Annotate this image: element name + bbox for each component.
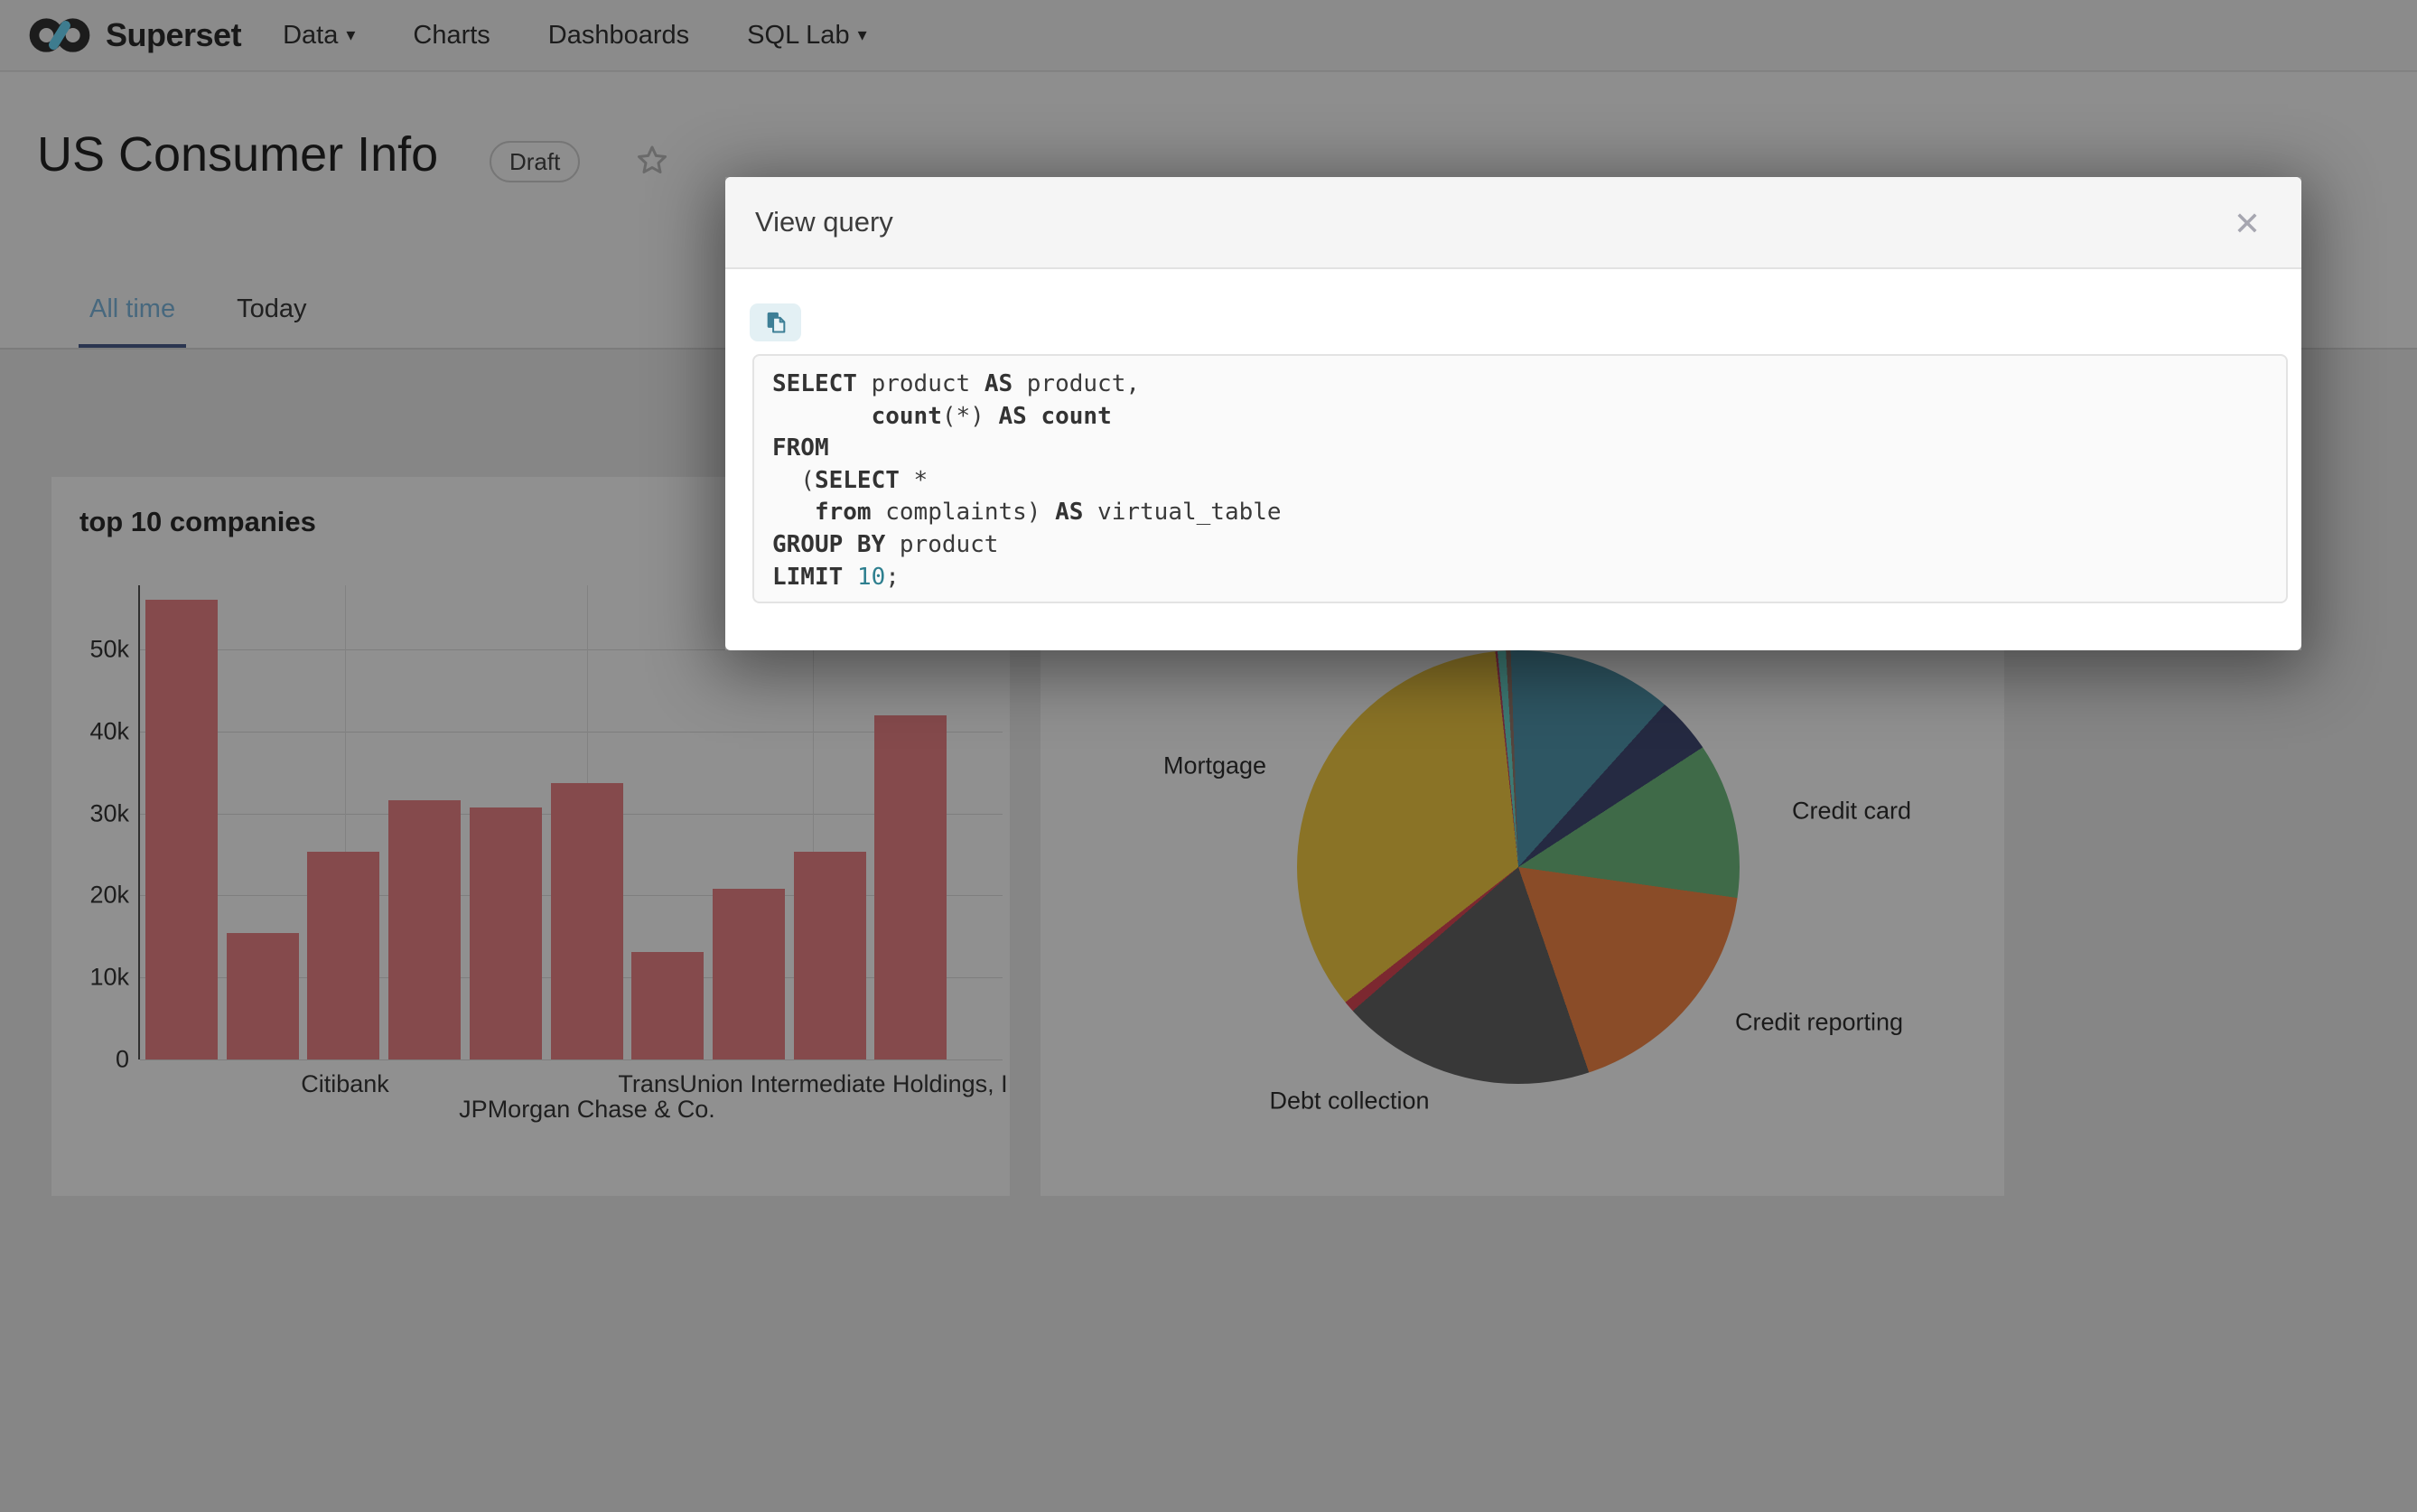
gridline: [140, 1059, 1003, 1060]
bar-1[interactable]: [145, 600, 218, 1059]
x-axis-tick-label: TransUnion Intermediate Holdings, I: [618, 1070, 1007, 1098]
pie-chart[interactable]: [1297, 650, 1740, 1084]
superset-brand[interactable]: Superset: [24, 14, 241, 57]
y-axis-tick-label: 30k: [48, 799, 129, 827]
top-navbar: Superset Data▾ Charts Dashboards SQL Lab▾: [0, 0, 2417, 71]
favorite-star-icon[interactable]: [634, 143, 670, 179]
bar-9[interactable]: [794, 852, 866, 1059]
bar-6[interactable]: [551, 783, 623, 1059]
draft-status-badge: Draft: [490, 141, 580, 182]
chevron-down-icon: ▾: [858, 26, 867, 44]
bar-chart-plot: 010k20k30k40k50kCitibankJPMorgan Chase &…: [138, 585, 1003, 1059]
modal-header: View query ✕: [725, 177, 2301, 269]
bar-3[interactable]: [307, 852, 379, 1059]
nav-menu: Data▾ Charts Dashboards SQL Lab▾: [283, 21, 867, 51]
superset-logo-icon: [24, 14, 95, 57]
x-axis-tick-label: Citibank: [301, 1070, 389, 1098]
modal-title: View query: [755, 206, 893, 238]
superset-dashboard-screen: Superset Data▾ Charts Dashboards SQL Lab▾ U…: [0, 0, 2417, 1512]
copy-query-button[interactable]: [750, 303, 801, 341]
y-axis-tick-label: 10k: [48, 964, 129, 992]
bar-chart-title: top 10 companies: [79, 506, 316, 538]
y-axis-tick-label: 20k: [48, 882, 129, 910]
y-axis-tick-label: 50k: [48, 635, 129, 663]
chevron-down-icon: ▾: [346, 26, 355, 44]
page-title: US Consumer Info: [37, 126, 438, 182]
pie-slice-label-mortgage: Mortgage: [1163, 752, 1266, 780]
nav-item-dashboards[interactable]: Dashboards: [548, 21, 689, 51]
tab-all-time[interactable]: All time: [84, 271, 181, 350]
close-icon[interactable]: ✕: [2226, 202, 2269, 246]
y-axis-tick-label: 0: [48, 1046, 129, 1074]
bar-5[interactable]: [470, 807, 542, 1059]
sql-query-text: SELECT product AS product, count(*) AS c…: [772, 370, 1282, 591]
sql-query-box: SELECT product AS product, count(*) AS c…: [752, 354, 2288, 603]
y-axis-tick-label: 40k: [48, 717, 129, 745]
copy-icon: [763, 310, 789, 335]
time-range-tabs: All time Today: [84, 271, 312, 350]
bar-10[interactable]: [874, 715, 947, 1059]
nav-item-sql-lab[interactable]: SQL Lab▾: [747, 21, 866, 51]
pie-slice-label-credit-reporting: Credit reporting: [1735, 1009, 1903, 1037]
nav-item-charts[interactable]: Charts: [413, 21, 490, 51]
x-axis-tick-label: JPMorgan Chase & Co.: [459, 1096, 715, 1124]
brand-name: Superset: [106, 16, 241, 54]
bar-7[interactable]: [631, 952, 704, 1059]
bar-4[interactable]: [388, 800, 461, 1059]
pie-slice-label-credit-card: Credit card: [1792, 798, 1911, 826]
gridline: [140, 732, 1003, 733]
view-query-modal: View query ✕ SELECT product AS product, …: [725, 177, 2301, 650]
tab-today[interactable]: Today: [231, 271, 312, 350]
bar-2[interactable]: [227, 933, 299, 1059]
bar-8[interactable]: [713, 889, 785, 1059]
pie-slice-label-debt-collection: Debt collection: [1269, 1087, 1429, 1115]
nav-item-data[interactable]: Data▾: [283, 21, 355, 51]
